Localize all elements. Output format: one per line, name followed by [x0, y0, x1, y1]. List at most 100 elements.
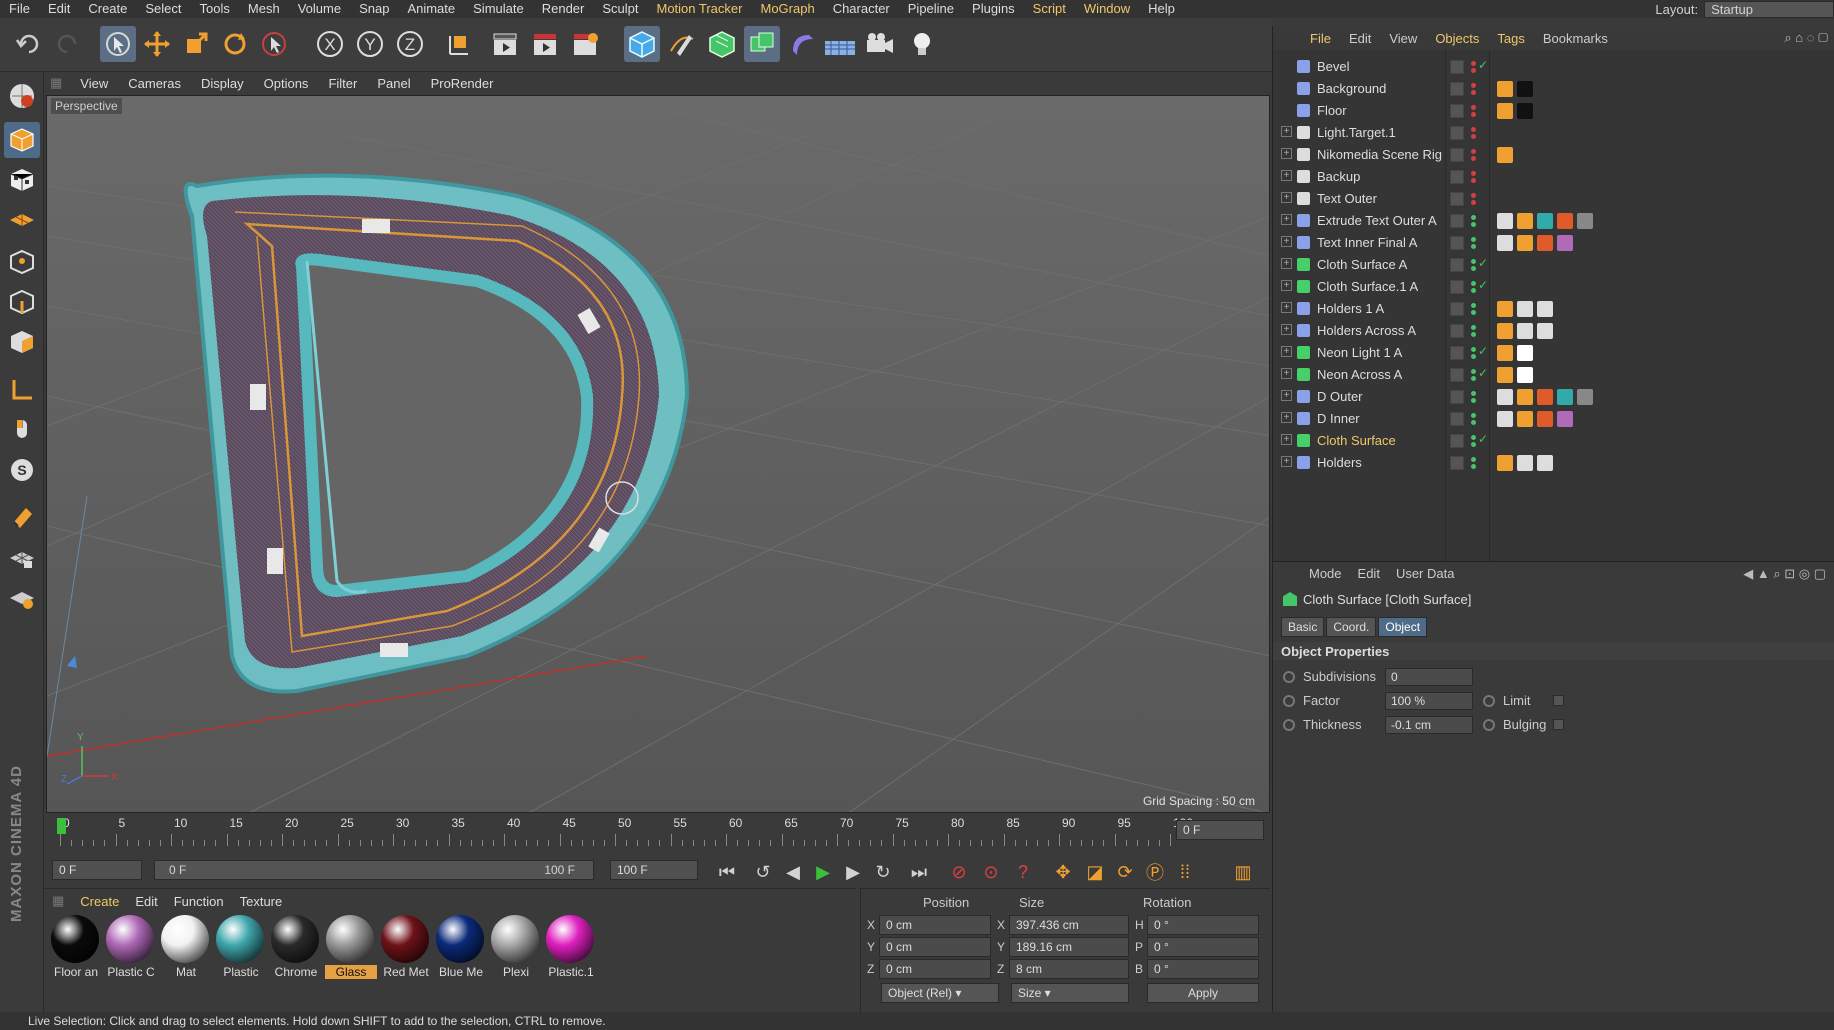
layer-toggle-icon[interactable] [1450, 192, 1464, 206]
render-visibility-dot[interactable] [1471, 376, 1476, 381]
menu-plugins[interactable]: Plugins [963, 0, 1024, 18]
render-visibility-dot[interactable] [1471, 156, 1476, 161]
object-tag-icon[interactable] [1517, 323, 1533, 339]
menu-simulate[interactable]: Simulate [464, 0, 533, 18]
om-tab-edit[interactable]: Edit [1340, 31, 1380, 46]
position-x-field[interactable]: 0 cm [879, 915, 991, 935]
object-tag-icon[interactable] [1517, 103, 1533, 119]
prop-subdivisions-field[interactable]: 0 [1385, 668, 1473, 686]
object-tag-icon[interactable] [1537, 235, 1553, 251]
object-tag-icon[interactable] [1517, 367, 1533, 383]
render-visibility-dot[interactable] [1471, 222, 1476, 227]
editor-visibility-dot[interactable] [1471, 369, 1476, 374]
edges-mode-icon[interactable] [4, 284, 40, 320]
layer-toggle-icon[interactable] [1450, 280, 1464, 294]
editor-visibility-dot[interactable] [1471, 347, 1476, 352]
editor-visibility-dot[interactable] [1471, 193, 1476, 198]
object-row[interactable]: + Light.Target.1 [1273, 122, 1834, 144]
object-row[interactable]: Floor [1273, 100, 1834, 122]
goto-start-icon[interactable]: ⏮ [714, 859, 740, 885]
object-tag-icon[interactable] [1517, 213, 1533, 229]
make-editable-icon[interactable] [4, 78, 40, 114]
position-y-field[interactable]: 0 cm [879, 937, 991, 957]
editor-visibility-dot[interactable] [1471, 391, 1476, 396]
position-z-field[interactable]: 0 cm [879, 959, 991, 979]
editor-visibility-dot[interactable] [1471, 303, 1476, 308]
render-visibility-dot[interactable] [1471, 112, 1476, 117]
viewport-menu-prorender[interactable]: ProRender [421, 76, 504, 91]
viewport-menu-options[interactable]: Options [254, 76, 319, 91]
material-menu-create[interactable]: Create [72, 894, 127, 909]
menu-motion-tracker[interactable]: Motion Tracker [648, 0, 752, 18]
expand-icon[interactable]: + [1281, 148, 1292, 159]
magnet-icon[interactable] [4, 498, 40, 534]
deformer-icon[interactable] [784, 26, 820, 62]
render-visibility-dot[interactable] [1471, 398, 1476, 403]
material-swatch[interactable]: Plastic C [105, 915, 157, 979]
prev-key-icon[interactable]: ↺ [750, 859, 776, 885]
material-swatch[interactable]: Plastic.1 [545, 915, 597, 979]
object-tag-icon[interactable] [1577, 213, 1593, 229]
object-tag-icon[interactable] [1497, 81, 1513, 97]
pen-spline-icon[interactable] [664, 26, 700, 62]
attr-tab-object[interactable]: Object [1378, 617, 1428, 637]
workplane-lock-icon[interactable] [4, 580, 40, 616]
layout-selector[interactable]: Layout: Startup [1655, 0, 1834, 18]
object-row[interactable]: + Holders [1273, 452, 1834, 474]
menu-create[interactable]: Create [79, 0, 136, 18]
size-y-field[interactable]: 189.16 cm [1009, 937, 1129, 957]
editor-visibility-dot[interactable] [1471, 149, 1476, 154]
next-frame-icon[interactable]: ▶ [840, 859, 866, 885]
prev-frame-icon[interactable]: ◀ [780, 859, 806, 885]
expand-icon[interactable]: + [1281, 346, 1292, 357]
viewport-menu-view[interactable]: View [70, 76, 118, 91]
viewport-menu-cameras[interactable]: Cameras [118, 76, 191, 91]
enabled-check-icon[interactable]: ✓ [1478, 366, 1488, 380]
material-menu-function[interactable]: Function [166, 894, 232, 909]
next-key-icon[interactable]: ↻ [870, 859, 896, 885]
expand-icon[interactable]: + [1281, 214, 1292, 225]
cloner-icon[interactable] [744, 26, 780, 62]
key-rotation-icon[interactable]: ⟳ [1112, 859, 1138, 885]
subdivision-surface-icon[interactable] [704, 26, 740, 62]
menu-pipeline[interactable]: Pipeline [899, 0, 963, 18]
attr-tab-coord[interactable]: Coord. [1326, 617, 1377, 637]
material-swatch[interactable]: Red Met [380, 915, 432, 979]
model-mode-icon[interactable] [4, 122, 40, 158]
enabled-check-icon[interactable]: ✓ [1478, 278, 1488, 292]
attr-nav-icons[interactable]: ◀ ▲ ⌕ ⊡ ◎ ▢ [1743, 566, 1826, 582]
key-scale-icon[interactable]: ◪ [1082, 859, 1108, 885]
attr-tab-basic[interactable]: Basic [1281, 617, 1325, 637]
check-limit-box[interactable] [1553, 695, 1564, 706]
object-row[interactable]: + Nikomedia Scene Rig [1273, 144, 1834, 166]
render-visibility-dot[interactable] [1471, 178, 1476, 183]
object-tag-icon[interactable] [1537, 389, 1553, 405]
render-visibility-dot[interactable] [1471, 90, 1476, 95]
layer-toggle-icon[interactable] [1450, 390, 1464, 404]
render-visibility-dot[interactable] [1471, 310, 1476, 315]
object-row[interactable]: Bevel ✓ [1273, 56, 1834, 78]
rotation-h-field[interactable]: 0 ° [1147, 915, 1259, 935]
editor-visibility-dot[interactable] [1471, 413, 1476, 418]
animate-toggle-icon[interactable] [1483, 695, 1495, 707]
polygons-mode-icon[interactable] [4, 324, 40, 360]
expand-icon[interactable]: + [1281, 434, 1292, 445]
om-tab-file[interactable]: File [1301, 31, 1340, 46]
cube-icon[interactable] [624, 26, 660, 62]
prop-factor-field[interactable]: 100 % [1385, 692, 1473, 710]
render-visibility-dot[interactable] [1471, 332, 1476, 337]
play-icon[interactable]: ▶ [810, 859, 836, 885]
floor-object-icon[interactable] [822, 26, 858, 62]
scale-icon[interactable] [178, 26, 214, 62]
tweak-mode-icon[interactable] [4, 412, 40, 448]
menu-edit[interactable]: Edit [39, 0, 79, 18]
layer-toggle-icon[interactable] [1450, 214, 1464, 228]
layer-toggle-icon[interactable] [1450, 368, 1464, 382]
attr-menu-edit[interactable]: Edit [1350, 566, 1388, 581]
object-tag-icon[interactable] [1537, 301, 1553, 317]
object-row[interactable]: + Cloth Surface ✓ [1273, 430, 1834, 452]
render-visibility-dot[interactable] [1471, 266, 1476, 271]
editor-visibility-dot[interactable] [1471, 171, 1476, 176]
start-frame-field[interactable]: 0 F [52, 860, 142, 880]
object-row[interactable]: + Backup [1273, 166, 1834, 188]
